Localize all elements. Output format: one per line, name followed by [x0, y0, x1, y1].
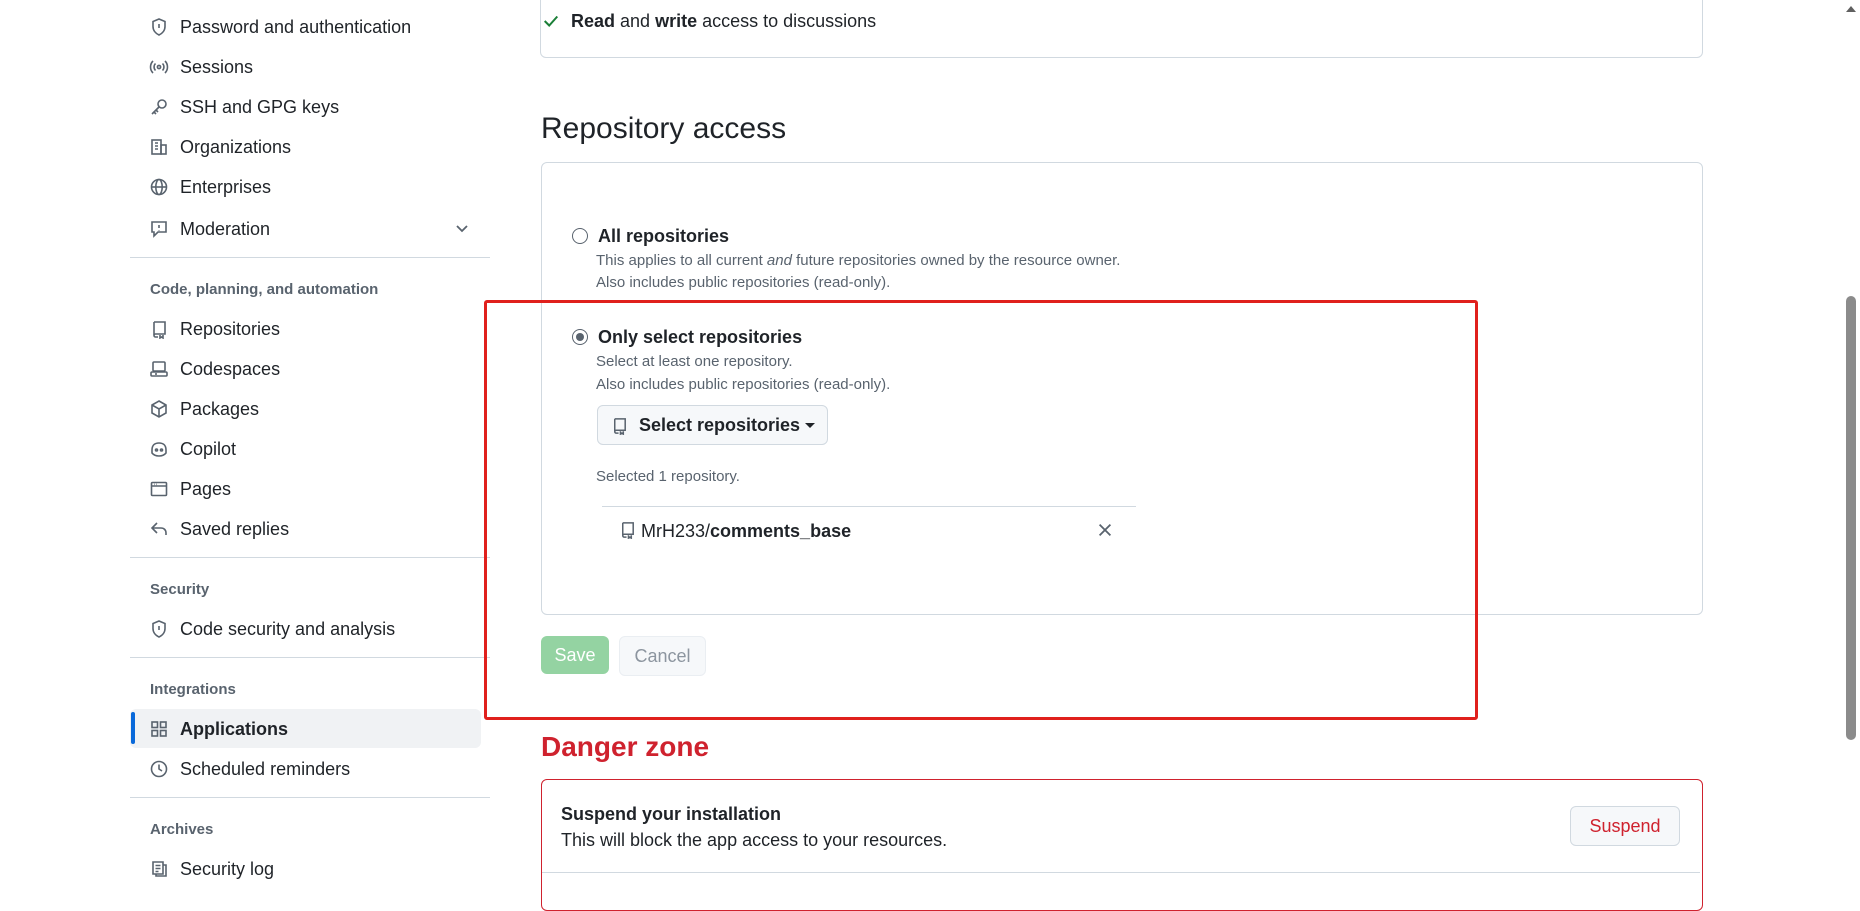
highlight-frame [484, 300, 1478, 720]
danger-zone-title: Danger zone [541, 731, 710, 762]
package-icon [148, 398, 170, 420]
sidebar-item-ssh-gpg-keys[interactable]: SSH and GPG keys [148, 89, 339, 125]
sidebar-heading-integrations: Integrations [150, 681, 236, 698]
chevron-down-icon[interactable] [452, 218, 472, 238]
repo-icon [148, 318, 170, 340]
shield-icon [148, 16, 170, 38]
sidebar-item-label: Pages [180, 478, 232, 499]
sidebar-divider [130, 557, 490, 558]
report-icon [148, 218, 170, 240]
sidebar-item-label: Scheduled reminders [180, 758, 351, 779]
sidebar-item-label: Code security and analysis [180, 618, 396, 639]
sidebar-item-label: SSH and GPG keys [180, 96, 340, 117]
sidebar-item-repositories[interactable]: Repositories [148, 311, 280, 347]
all-repositories-label[interactable]: All repositories [598, 226, 729, 247]
sidebar-item-code-security[interactable]: Code security and analysis [148, 611, 395, 647]
check-icon [542, 12, 560, 30]
log-icon [148, 858, 170, 880]
repository-access-title: Repository access [541, 112, 787, 145]
sidebar-item-label: Enterprises [180, 176, 272, 197]
sidebar-divider [130, 797, 490, 798]
sidebar-item-label: Saved replies [180, 518, 290, 539]
danger-zone-divider [542, 872, 1700, 873]
organization-icon [148, 136, 170, 158]
codespaces-icon [148, 358, 170, 380]
sidebar-item-saved-replies[interactable]: Saved replies [148, 511, 289, 547]
sidebar-heading-archives: Archives [150, 821, 214, 838]
suspend-desc: This will block the app access to your r… [561, 830, 948, 850]
sidebar-item-label: Packages [180, 398, 260, 419]
all-repositories-desc: This applies to all current and future r… [596, 252, 1121, 269]
suspend-title: Suspend your installation [561, 804, 782, 824]
sidebar-item-label: Moderation [180, 218, 271, 239]
permission-discussions: Read and write access to discussions [571, 11, 877, 31]
sidebar-item-password-authentication[interactable]: Password and authentication [148, 9, 411, 45]
sidebar-item-label: Security log [180, 858, 275, 879]
copilot-icon [148, 438, 170, 460]
sidebar-item-scheduled-reminders[interactable]: Scheduled reminders [148, 751, 350, 787]
sidebar-item-label: Copilot [180, 438, 237, 459]
suspend-button[interactable]: Suspend [1570, 806, 1680, 846]
broadcast-icon [148, 56, 170, 78]
all-repositories-radio[interactable] [572, 228, 588, 244]
sidebar-divider [130, 657, 490, 658]
shield-icon [148, 618, 170, 640]
scroll-up-icon[interactable] [1846, 6, 1856, 12]
sidebar-item-packages[interactable]: Packages [148, 391, 259, 427]
sidebar-item-label: Codespaces [180, 358, 281, 379]
sidebar-divider [130, 257, 490, 258]
scrollbar-thumb[interactable] [1846, 296, 1856, 740]
globe-icon [148, 176, 170, 198]
sidebar-item-enterprises[interactable]: Enterprises [148, 169, 271, 205]
key-icon [148, 96, 170, 118]
sidebar-item-label: Repositories [180, 318, 281, 339]
reply-icon [148, 518, 170, 540]
clock-icon [148, 758, 170, 780]
sidebar-item-label: Sessions [180, 56, 254, 77]
all-repositories-desc-public: Also includes public repositories (read-… [596, 274, 891, 291]
browser-icon [148, 478, 170, 500]
sidebar-item-codespaces[interactable]: Codespaces [148, 351, 280, 387]
sidebar-item-security-log[interactable]: Security log [148, 851, 274, 887]
sidebar-item-pages[interactable]: Pages [148, 471, 231, 507]
sidebar-item-label: Organizations [180, 136, 292, 157]
sidebar-heading-code-planning: Code, planning, and automation [150, 281, 379, 298]
apps-icon [148, 718, 170, 740]
sidebar-item-moderation[interactable]: Moderation [148, 211, 270, 247]
sidebar-item-label: Password and authentication [180, 16, 412, 37]
sidebar-item-organizations[interactable]: Organizations [148, 129, 291, 165]
sidebar-heading-security: Security [150, 581, 210, 598]
sidebar-item-copilot[interactable]: Copilot [148, 431, 236, 467]
sidebar-item-label: Applications [180, 718, 289, 739]
sidebar-item-sessions[interactable]: Sessions [148, 49, 253, 85]
sidebar-active-indicator [131, 712, 135, 744]
sidebar-item-applications[interactable]: Applications [148, 711, 288, 747]
